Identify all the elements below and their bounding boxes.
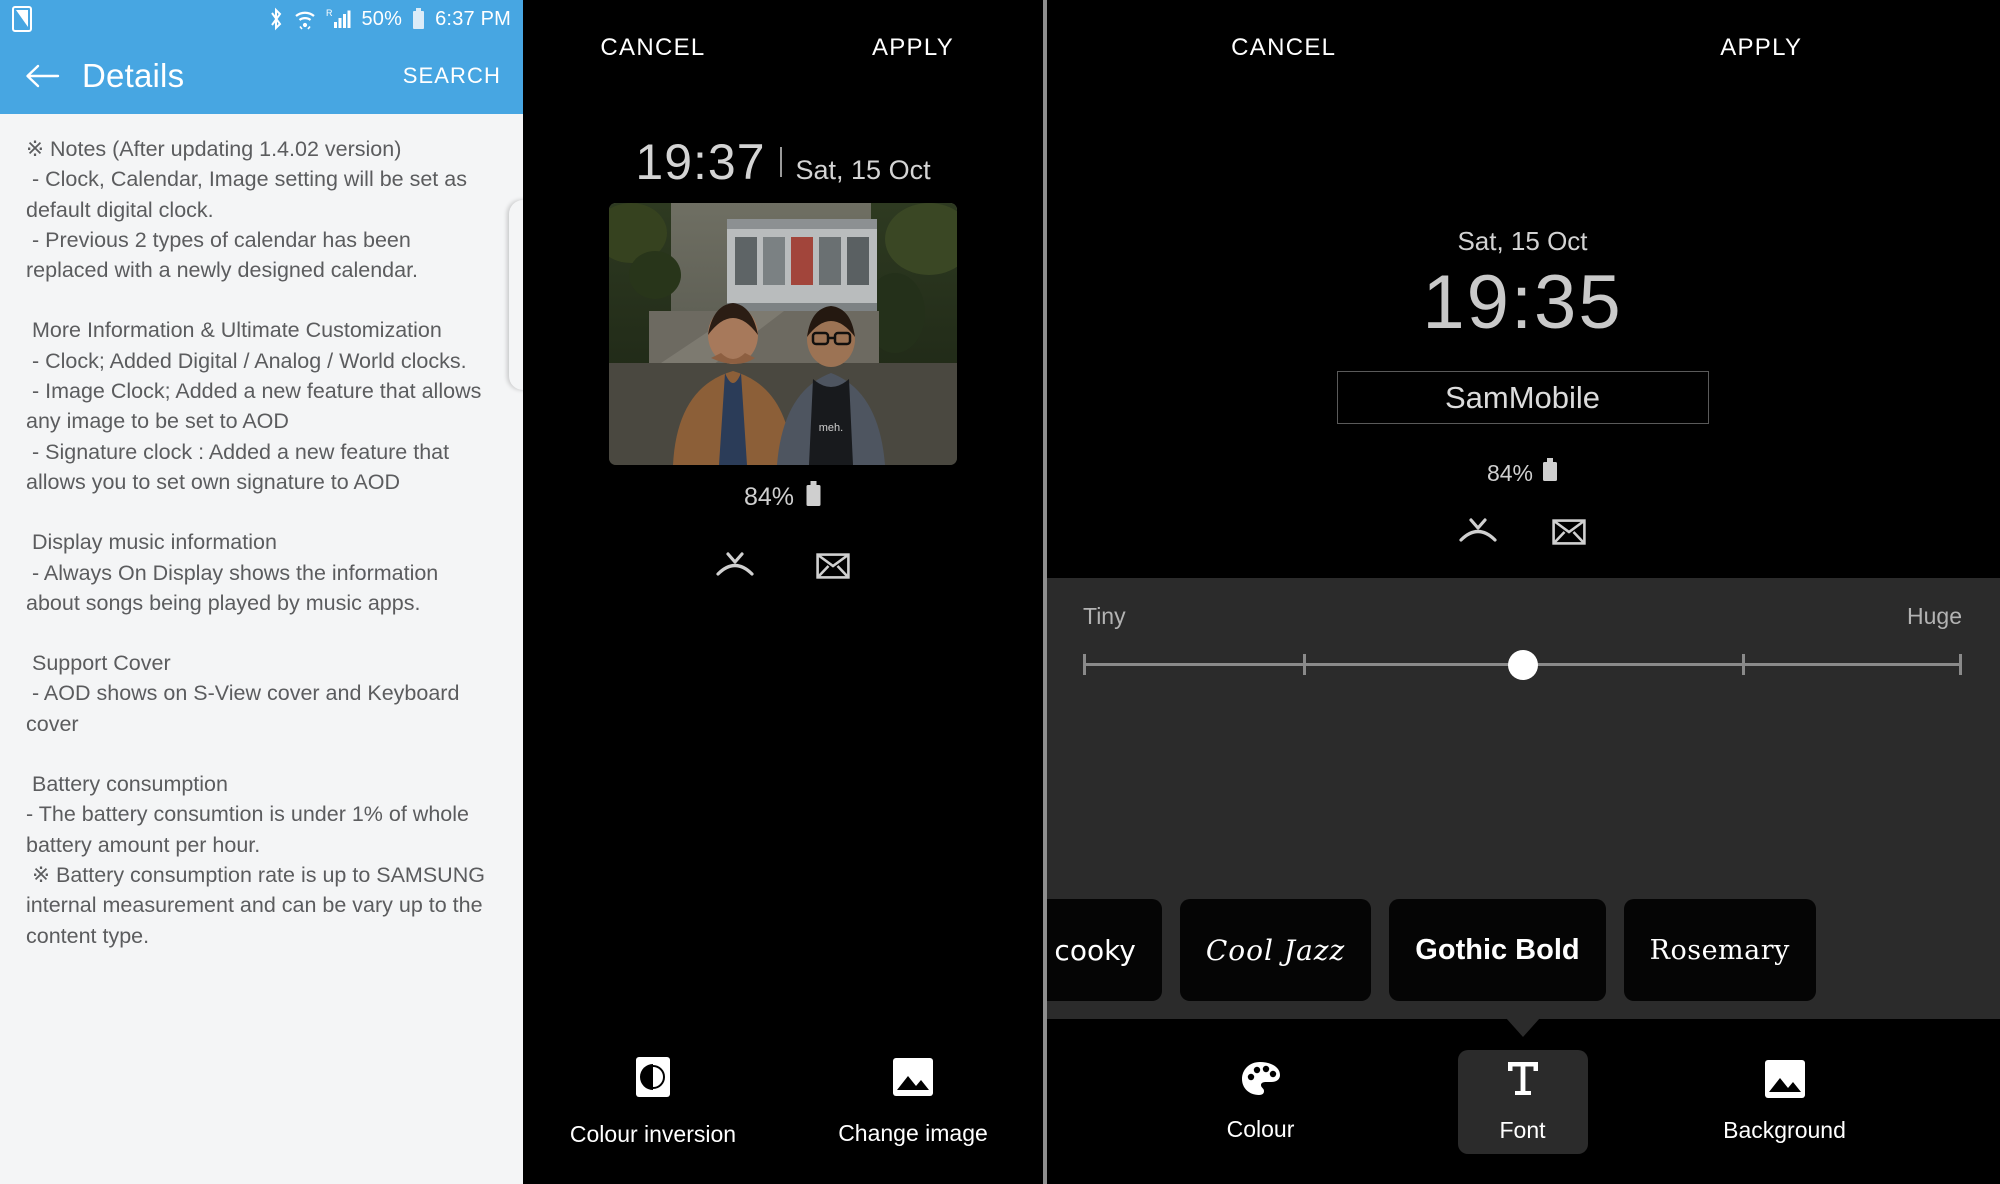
tab-background[interactable]: Background — [1720, 1050, 1850, 1154]
editor-header-right: CANCEL APPLY — [1045, 0, 2000, 95]
change-image-button[interactable]: Change image — [783, 1019, 1043, 1184]
image-clock-editor-panel: CANCEL APPLY 19:37 Sat, 15 Oct meh. 84% … — [523, 0, 1045, 1184]
aod-preview-image[interactable]: meh. — [609, 203, 957, 465]
signature-notification-icons — [1045, 518, 2000, 551]
svg-text:R: R — [326, 8, 333, 18]
signature-battery-row: 84% — [1045, 458, 2000, 488]
background-image-icon — [1764, 1059, 1806, 1105]
aod-clock-row: 19:37 Sat, 15 Oct — [523, 137, 1043, 187]
envelope-icon — [1552, 519, 1586, 550]
status-bar-clock: 6:37 PM — [435, 7, 511, 30]
font-chip-choco-cooky[interactable]: co cooky — [1045, 899, 1162, 1001]
missed-call-icon — [716, 552, 754, 585]
note-app-icon — [12, 6, 32, 32]
font-chip-list[interactable]: co cooky Cool Jazz Gothic Bold Rosemary — [1045, 899, 2000, 1001]
scroll-handle[interactable] — [509, 200, 523, 390]
tab-colour[interactable]: Colour — [1196, 1050, 1326, 1154]
screenshot-root: R 50% 6:37 PM Details SEARCH ※ Notes (Af… — [0, 0, 2000, 1184]
slider-tick — [1302, 654, 1306, 675]
aod-battery-percent: 84% — [743, 483, 795, 511]
font-chip-cool-jazz[interactable]: Cool Jazz — [1179, 899, 1372, 1001]
cancel-button[interactable]: CANCEL — [523, 34, 783, 62]
page-title: Details — [82, 57, 185, 94]
signature-aod-time: 19:35 — [1422, 260, 1623, 345]
editor-tabbar: Colour Font Background — [1045, 1018, 2000, 1184]
search-button[interactable]: SEARCH — [403, 63, 501, 89]
app-bar: Details SEARCH — [0, 38, 523, 114]
envelope-icon — [816, 553, 850, 584]
signature-clock-editor-panel: CANCEL APPLY Sat, 15 Oct 19:35 SamMobile… — [1045, 0, 2000, 1184]
aod-battery-row: 84% — [523, 481, 1043, 514]
status-bar: R 50% 6:37 PM — [0, 0, 523, 38]
slider-tick — [1959, 654, 1962, 675]
palette-icon — [1240, 1060, 1282, 1104]
slider-labels: Tiny Huge — [1083, 578, 1962, 630]
aod-notification-icons — [523, 552, 1043, 585]
clock-date-divider — [779, 147, 782, 177]
aod-date: Sat, 15 Oct — [795, 155, 931, 185]
panel-divider — [1045, 0, 1047, 1184]
colour-inversion-icon — [635, 1056, 671, 1104]
details-paragraph: Battery consumption - The battery consum… — [26, 772, 485, 948]
details-paragraph: ※ Notes (After updating 1.4.02 version) … — [26, 137, 467, 283]
font-chip-gothic-bold[interactable]: Gothic Bold — [1389, 899, 1606, 1001]
bluetooth-icon — [268, 7, 284, 31]
tab-font-label: Font — [1499, 1117, 1546, 1143]
image-clock-toolbar: Colour inversion Change image — [523, 1019, 1043, 1184]
font-size-slider-wrap: Tiny Huge — [1045, 578, 2000, 684]
apply-button[interactable]: APPLY — [783, 34, 1043, 62]
colour-inversion-label: Colour inversion — [569, 1120, 737, 1147]
change-image-label: Change image — [838, 1119, 988, 1146]
back-arrow-icon[interactable] — [22, 56, 62, 96]
slider-min-label: Tiny — [1083, 603, 1126, 629]
slider-tick — [1083, 654, 1086, 675]
signal-roaming-icon: R — [326, 7, 352, 31]
wifi-icon — [293, 7, 317, 31]
signature-aod-date: Sat, 15 Oct — [1457, 226, 1588, 256]
details-paragraph: Support Cover - AOD shows on S-View cove… — [26, 651, 460, 736]
tab-background-label: Background — [1723, 1117, 1846, 1143]
colour-inversion-button[interactable]: Colour inversion — [523, 1019, 783, 1184]
text-format-icon — [1506, 1059, 1540, 1105]
editor-header-middle: CANCEL APPLY — [523, 0, 1043, 95]
tab-colour-label: Colour — [1226, 1116, 1295, 1142]
signature-battery-percent: 84% — [1486, 459, 1534, 486]
battery-icon — [1542, 458, 1558, 488]
cancel-button[interactable]: CANCEL — [1045, 34, 1523, 62]
details-body: ※ Notes (After updating 1.4.02 version) … — [0, 114, 523, 951]
details-paragraph: More Information & Ultimate Customizatio… — [26, 318, 482, 494]
battery-percent-label: 50% — [361, 7, 403, 30]
apply-button[interactable]: APPLY — [1523, 34, 2000, 62]
font-size-slider[interactable] — [1083, 644, 1962, 684]
battery-icon — [805, 481, 822, 514]
slider-tick — [1742, 654, 1746, 675]
tab-font[interactable]: Font — [1457, 1018, 1588, 1154]
slider-thumb[interactable] — [1507, 650, 1538, 680]
slider-max-label: Huge — [1907, 603, 1962, 629]
svg-text:meh.: meh. — [819, 422, 843, 434]
signature-text-box[interactable]: SamMobile — [1336, 371, 1709, 424]
status-bar-right: R 50% 6:37 PM — [268, 7, 511, 31]
missed-call-icon — [1459, 518, 1497, 551]
aod-time: 19:37 — [635, 134, 766, 190]
battery-icon — [411, 7, 426, 31]
font-settings-panel: Tiny Huge co cooky Cool Jazz Gothic Bold — [1045, 578, 2000, 1019]
font-chip-rosemary[interactable]: Rosemary — [1623, 899, 1816, 1001]
details-paragraph: Display music information - Always On Di… — [26, 530, 439, 615]
status-bar-left — [12, 6, 32, 32]
change-image-icon — [892, 1057, 934, 1103]
details-panel: R 50% 6:37 PM Details SEARCH ※ Notes (Af… — [0, 0, 523, 1184]
active-tab-caret — [1505, 1018, 1540, 1037]
